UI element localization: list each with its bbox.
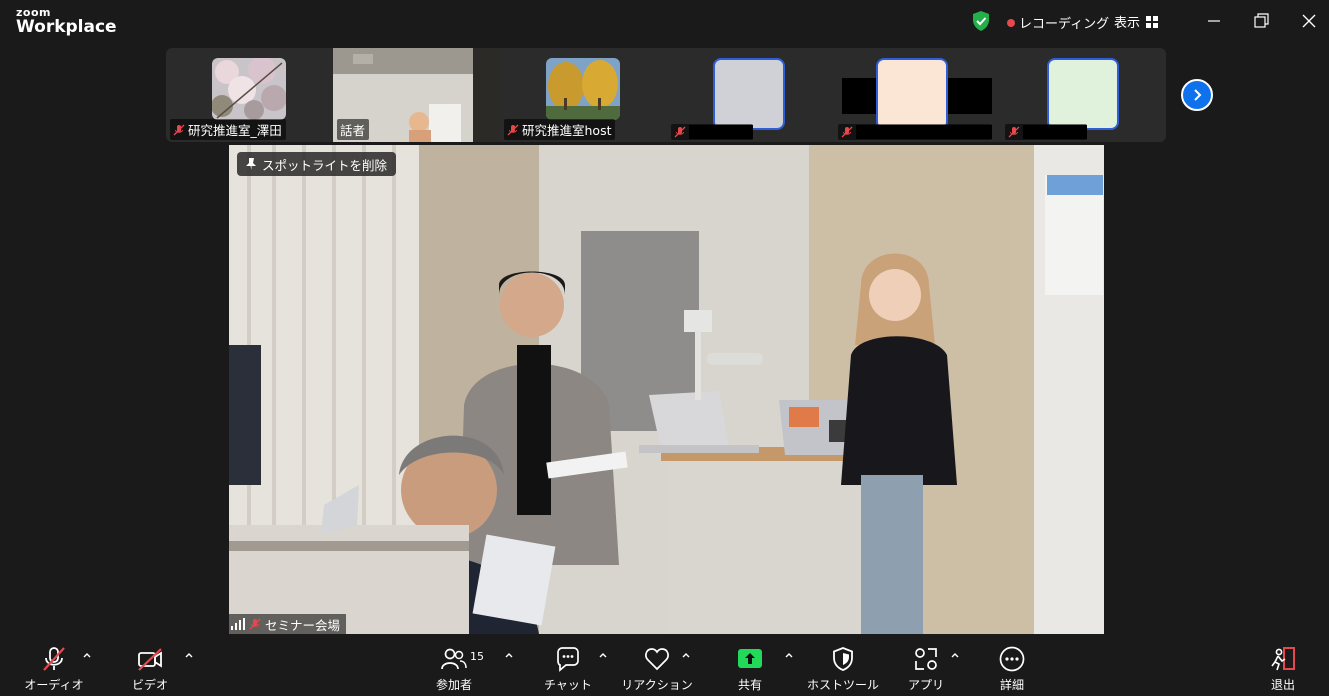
mic-muted-icon	[674, 126, 686, 138]
video-options-caret-icon[interactable]	[184, 650, 194, 660]
restore-icon[interactable]	[1249, 10, 1273, 32]
participant-name: 研究推進室host	[522, 123, 612, 138]
pin-icon	[246, 158, 256, 170]
participant-tile[interactable]: 研究推進室host	[500, 48, 666, 142]
spotlight-video[interactable]: スポットライトを削除 セミナー会場	[229, 145, 1104, 634]
audio-button[interactable]: オーディオ	[12, 636, 96, 696]
view-label: 表示	[1114, 16, 1141, 31]
heart-icon	[645, 648, 669, 671]
share-label: 共有	[737, 678, 762, 692]
video-label: ビデオ	[131, 678, 168, 692]
host-tools-label: ホストツール	[806, 678, 879, 692]
more-label: 詳細	[999, 678, 1024, 692]
leave-button[interactable]: 退出	[1241, 636, 1325, 696]
host-tools-button[interactable]: ホストツール	[801, 636, 885, 696]
participant-name-label: 話者	[337, 119, 370, 140]
participant-avatar	[1047, 58, 1119, 130]
participants-icon	[441, 648, 467, 670]
chat-button[interactable]: チャット	[526, 636, 610, 696]
more-options-icon	[999, 646, 1025, 672]
participant-profile-photo	[546, 58, 620, 120]
participant-name-label	[1005, 124, 1087, 140]
participant-name-label: 研究推進室_澤田	[170, 119, 286, 140]
share-button[interactable]: 共有	[708, 636, 792, 696]
participant-avatar	[713, 58, 785, 130]
redacted-name	[856, 125, 992, 139]
chat-options-caret-icon[interactable]	[598, 650, 608, 660]
security-shield-icon[interactable]	[971, 10, 991, 32]
main-participant-name: セミナー会場	[265, 617, 341, 633]
view-button[interactable]: 表示	[1114, 12, 1159, 31]
share-options-caret-icon[interactable]	[784, 650, 794, 660]
participants-count: 15	[470, 650, 484, 663]
participant-name-label: 研究推進室host	[504, 119, 616, 140]
mic-muted-icon	[43, 647, 65, 671]
participant-tile[interactable]	[667, 48, 833, 142]
mic-muted-icon	[507, 124, 519, 135]
participants-icon-wrap: 15	[440, 645, 484, 673]
apps-icon	[915, 648, 937, 670]
meeting-toolbar: オーディオ ビデオ 15 参加者 チャット リアクション 共有 ホストツール ア…	[0, 636, 1329, 696]
chevron-right-icon	[1194, 89, 1202, 101]
apps-button[interactable]: アプリ	[884, 636, 968, 696]
recording-label: レコーディング	[1019, 17, 1110, 32]
host-shield-icon	[833, 647, 853, 671]
zoom-workplace-logo: zoom Workplace	[16, 7, 117, 36]
recording-indicator[interactable]: レコーディング	[1007, 13, 1109, 32]
remove-spotlight-label: スポットライトを削除	[262, 157, 388, 173]
chat-label: チャット	[544, 678, 592, 692]
main-participant-label: セミナー会場	[229, 614, 347, 634]
title-bar: zoom Workplace レコーディング 表示	[0, 0, 1329, 44]
grid-view-icon	[1146, 15, 1159, 28]
participant-thumbnail-strip: 研究推進室_澤田 話者 研究推進室host	[166, 48, 1166, 142]
participant-name-label	[671, 124, 753, 140]
leave-label: 退出	[1270, 678, 1295, 692]
redacted-name	[1023, 125, 1087, 139]
mic-muted-icon	[249, 618, 261, 630]
more-button[interactable]: 詳細	[970, 636, 1054, 696]
close-icon[interactable]	[1297, 10, 1321, 32]
mic-muted-icon	[841, 126, 853, 138]
audio-options-caret-icon[interactable]	[82, 650, 92, 660]
video-off-icon	[138, 648, 162, 671]
reactions-label: リアクション	[621, 678, 693, 692]
participant-name-label	[838, 124, 992, 140]
reactions-options-caret-icon[interactable]	[681, 650, 691, 660]
apps-label: アプリ	[907, 678, 944, 692]
chat-icon	[557, 647, 579, 672]
leave-door-icon	[1271, 647, 1295, 671]
signal-strength-icon	[231, 618, 245, 630]
logo-workplace-text: Workplace	[16, 17, 117, 37]
apps-options-caret-icon[interactable]	[950, 650, 960, 660]
participant-tile-speaker[interactable]: 話者	[333, 48, 499, 142]
participant-name: 研究推進室_澤田	[188, 123, 282, 138]
next-page-button[interactable]	[1181, 79, 1213, 111]
mic-muted-icon	[1008, 126, 1020, 138]
mic-muted-icon	[173, 124, 185, 135]
remove-spotlight-button[interactable]: スポットライトを削除	[237, 152, 397, 176]
participant-tile[interactable]	[1001, 48, 1167, 142]
participant-tile[interactable]	[834, 48, 1000, 142]
seminar-room-video-frame	[229, 145, 1104, 634]
audio-label: オーディオ	[24, 678, 84, 692]
participant-profile-photo	[212, 58, 286, 120]
share-screen-icon	[738, 649, 762, 668]
participants-options-caret-icon[interactable]	[504, 650, 514, 660]
participant-name: 話者	[340, 123, 366, 138]
participants-label: 参加者	[435, 678, 472, 692]
recording-dot-icon	[1007, 18, 1015, 27]
redacted-name	[689, 125, 753, 139]
participant-tile[interactable]: 研究推進室_澤田	[166, 48, 332, 142]
minimize-icon[interactable]	[1202, 10, 1226, 32]
participant-avatar	[876, 58, 948, 130]
reactions-button[interactable]: リアクション	[615, 636, 699, 696]
video-button[interactable]: ビデオ	[108, 636, 192, 696]
participants-button[interactable]: 15 参加者	[412, 636, 496, 696]
